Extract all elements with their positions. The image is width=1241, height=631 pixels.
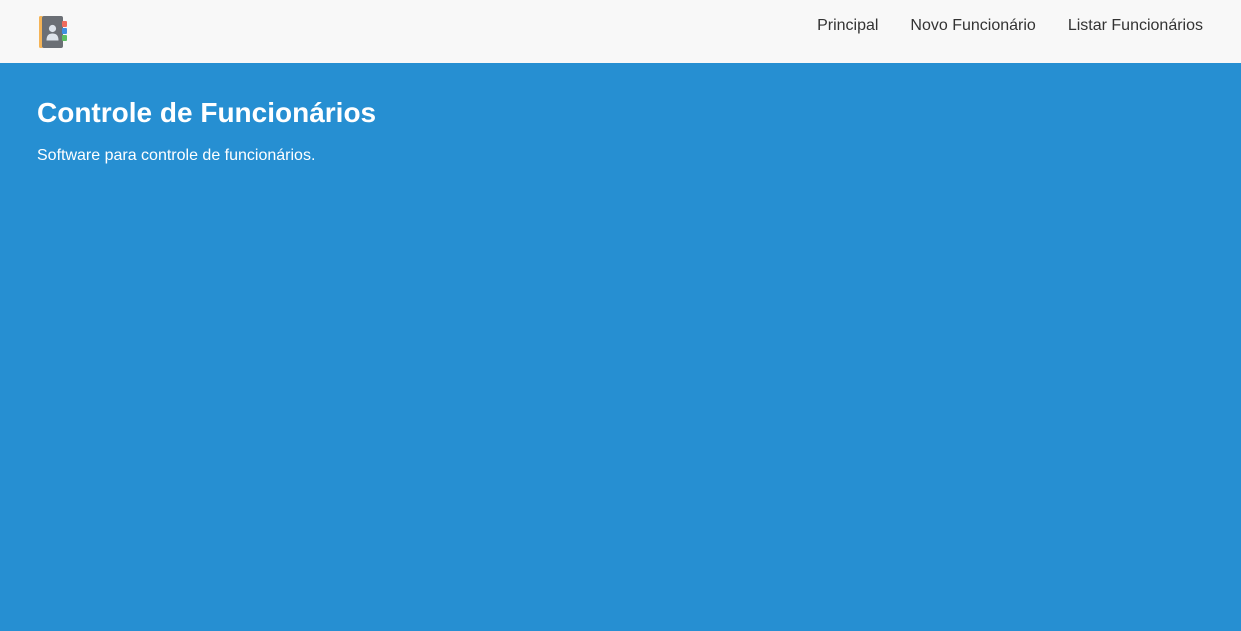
hero-banner: Controle de Funcionários Software para c… xyxy=(0,63,1241,631)
nav-link-principal[interactable]: Principal xyxy=(817,17,878,35)
contact-book-icon xyxy=(39,15,67,48)
nav-links: Principal Novo Funcionário Listar Funcio… xyxy=(785,0,1203,57)
nav-link-listar-funcionarios[interactable]: Listar Funcionários xyxy=(1068,17,1203,35)
brand-logo-link[interactable] xyxy=(37,15,69,49)
page-title: Controle de Funcionários xyxy=(37,97,377,128)
page-subtitle: Software para controle de funcionários. xyxy=(37,147,316,164)
navbar: Principal Novo Funcionário Listar Funcio… xyxy=(0,0,1241,63)
nav-link-novo-funcionario[interactable]: Novo Funcionário xyxy=(910,17,1035,35)
